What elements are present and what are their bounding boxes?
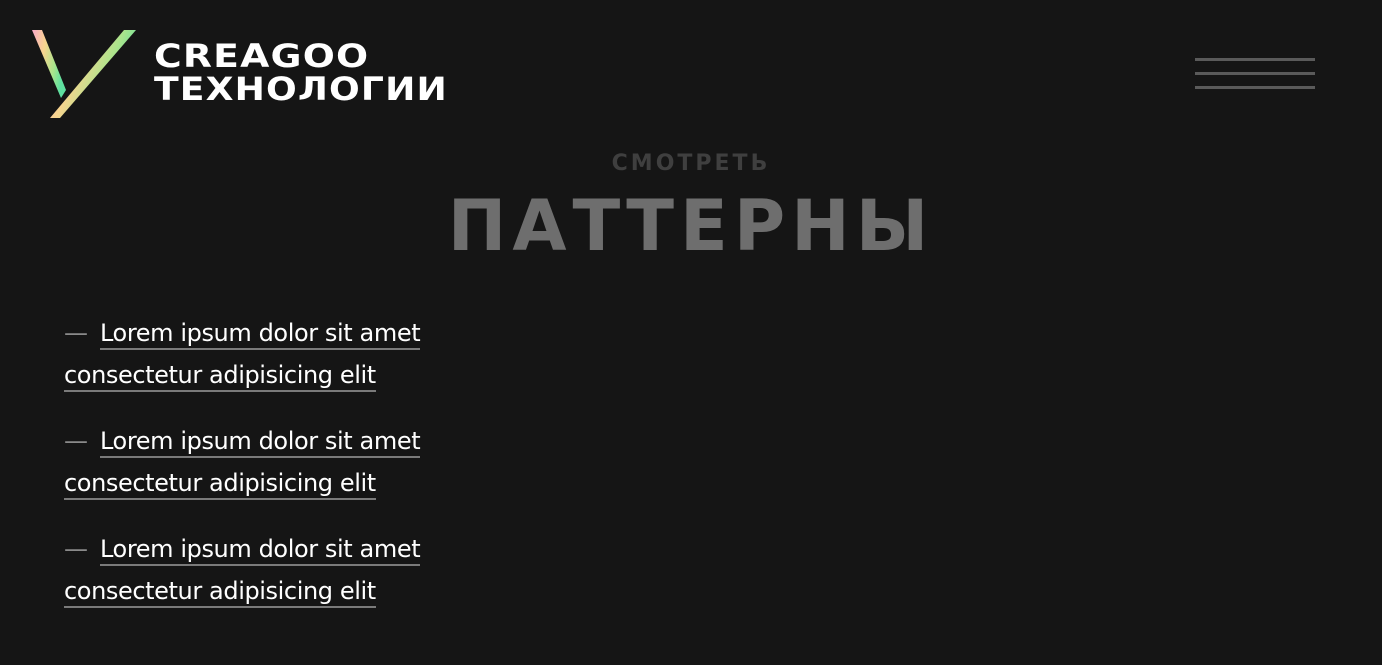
dash-marker: — xyxy=(64,427,88,455)
hamburger-menu-icon[interactable] xyxy=(1195,57,1315,91)
logo-line-2: ТЕХНОЛОГИИ xyxy=(154,70,448,108)
hero-kicker: СМОТРЕТЬ xyxy=(611,151,771,176)
hero-heading: СМОТРЕТЬ ПАТТЕРНЫ xyxy=(0,150,1382,266)
link-list: — Lorem ipsum dolor sit amet consectetur … xyxy=(64,312,484,636)
article-link[interactable]: Lorem ipsum dolor sit amet consectetur a… xyxy=(64,319,421,392)
hero-title: ПАТТЕРНЫ xyxy=(447,185,935,267)
logo-wordmark: CREAGOO ТЕХНОЛОГИИ xyxy=(154,40,447,106)
article-link[interactable]: Lorem ipsum dolor sit amet consectetur a… xyxy=(64,535,421,608)
list-item: — Lorem ipsum dolor sit amet consectetur … xyxy=(64,420,484,504)
menu-bar xyxy=(1195,72,1315,75)
menu-bar xyxy=(1195,58,1315,61)
article-link[interactable]: Lorem ipsum dolor sit amet consectetur a… xyxy=(64,427,421,500)
page: CREAGOO ТЕХНОЛОГИИ СМОТРЕТЬ ПАТТЕРНЫ — Lo… xyxy=(0,0,1382,665)
logo-link[interactable]: CREAGOO ТЕХНОЛОГИИ xyxy=(30,28,447,120)
dash-marker: — xyxy=(64,319,88,347)
list-item: — Lorem ipsum dolor sit amet consectetur … xyxy=(64,528,484,612)
menu-bar xyxy=(1195,86,1315,89)
logo-line-1: CREAGOO xyxy=(154,37,370,75)
dash-marker: — xyxy=(64,535,88,563)
list-item: — Lorem ipsum dolor sit amet consectetur … xyxy=(64,312,484,396)
logo-mark-icon xyxy=(32,30,136,118)
